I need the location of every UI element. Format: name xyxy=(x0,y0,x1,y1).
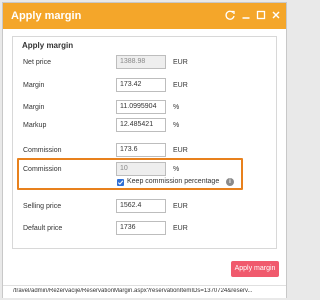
default-price-label: Default price xyxy=(23,225,63,232)
status-url: /travel/admin/Rezervacije/ReservationMar… xyxy=(13,288,253,294)
selling-price-label: Selling price xyxy=(23,203,62,210)
selling-price-unit: EUR xyxy=(173,203,188,210)
margin-panel: Apply margin Net price 1388.98 EUR Margi… xyxy=(12,36,277,249)
selling-price-input[interactable]: 1562.4 xyxy=(116,199,166,213)
window-title: Apply margin xyxy=(11,10,82,22)
margin-percent-label: Margin xyxy=(23,104,45,111)
margin-percent-input[interactable]: 11.0995904 xyxy=(116,100,166,114)
commission-amount-label: Commission xyxy=(23,147,62,154)
window-titlebar[interactable]: Apply margin xyxy=(3,3,286,29)
status-bar: /travel/admin/Rezervacije/ReservationMar… xyxy=(3,285,286,298)
default-price-unit: EUR xyxy=(173,225,188,232)
commission-percent-unit: % xyxy=(173,166,180,173)
margin-amount-input[interactable]: 173.42 xyxy=(116,78,166,92)
commission-percent-input: 10 xyxy=(116,162,166,176)
minimize-icon[interactable] xyxy=(239,8,253,22)
default-price-input[interactable]: 1736 xyxy=(116,221,166,235)
keep-commission-checkbox[interactable] xyxy=(117,179,124,186)
margin-amount-unit: EUR xyxy=(173,82,188,89)
info-icon[interactable]: i xyxy=(226,178,234,186)
refresh-icon[interactable] xyxy=(223,8,237,22)
apply-margin-button[interactable]: Apply margin xyxy=(231,261,279,277)
commission-amount-unit: EUR xyxy=(173,147,188,154)
apply-margin-window: Apply margin Apply margin Net price 1388… xyxy=(2,2,287,298)
maximize-icon[interactable] xyxy=(254,8,268,22)
net-price-label: Net price xyxy=(23,59,52,66)
net-price-input: 1388.98 xyxy=(116,55,166,69)
commission-amount-input[interactable]: 173.6 xyxy=(116,143,166,157)
panel-title: Apply margin xyxy=(22,41,74,50)
keep-commission-label[interactable]: Keep commission percentage xyxy=(127,178,219,185)
margin-amount-label: Margin xyxy=(23,82,45,89)
margin-percent-unit: % xyxy=(173,104,180,111)
markup-label: Markup xyxy=(23,122,47,129)
commission-percent-label: Commission xyxy=(23,166,62,173)
markup-input[interactable]: 12.485421 xyxy=(116,118,166,132)
markup-unit: % xyxy=(173,122,180,129)
close-icon[interactable] xyxy=(269,8,283,22)
net-price-unit: EUR xyxy=(173,59,188,66)
